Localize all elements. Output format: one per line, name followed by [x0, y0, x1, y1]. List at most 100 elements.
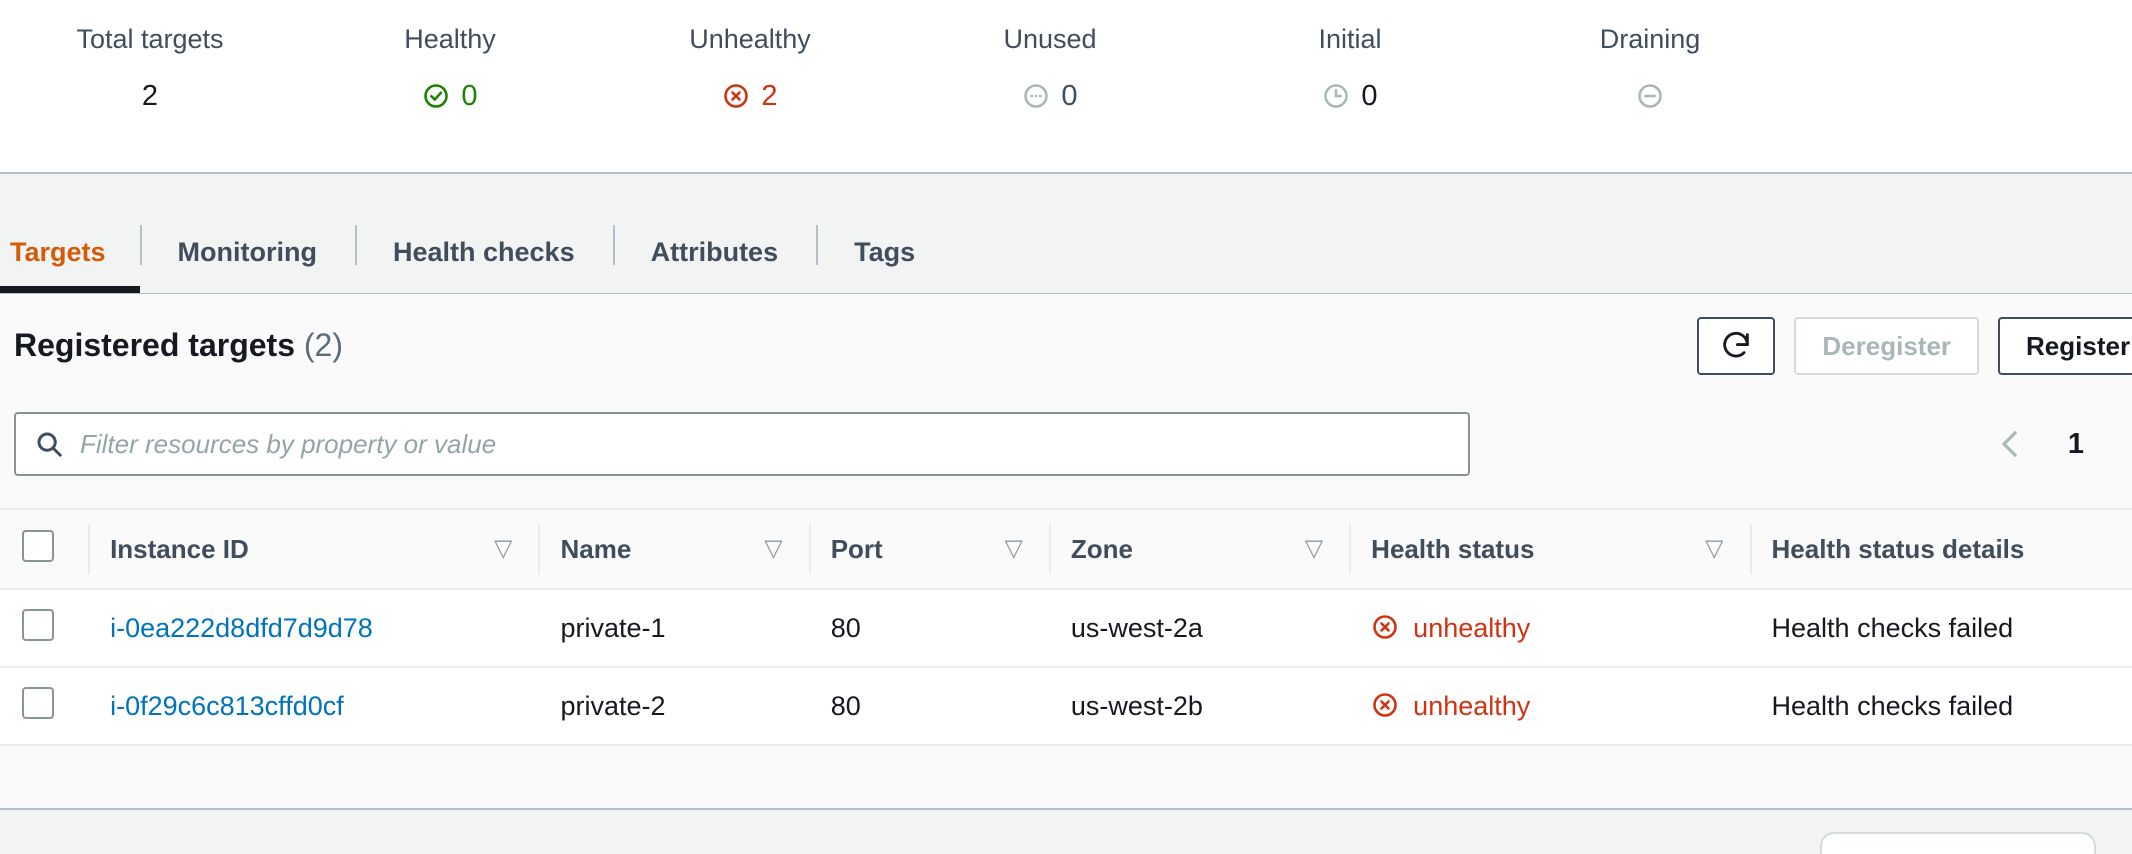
table-row: i-0f29c6c813cffd0cf private-2 80 us-west-2b…: [0, 667, 2132, 746]
refresh-button[interactable]: [1697, 317, 1776, 375]
table-header: Instance ID ▽ Name ▽ Port ▽ Zone ▽ Healt…: [0, 508, 2132, 590]
health-status-text: unhealthy: [1413, 690, 1531, 721]
register-targets-button[interactable]: Register targets: [1998, 317, 2132, 375]
panel-title-text: Registered targets: [14, 327, 295, 363]
search-input-placeholder[interactable]: Filter resources by property or value: [80, 429, 496, 460]
filter-row: Filter resources by property or value 1: [0, 412, 2132, 508]
table-row: i-0ea222d8dfd7d9d78 private-1 80 us-west-2a…: [0, 589, 2132, 668]
row-select-cell: [0, 667, 89, 746]
pagination-page-1[interactable]: 1: [2066, 428, 2086, 461]
target-health-summary: Total targets 2 Healthy 0 Unhealthy 2 Unused 0 I…: [0, 0, 2132, 174]
refresh-icon: [1719, 329, 1753, 363]
row-checkbox[interactable]: [22, 686, 54, 719]
stat-value-row: 0: [1200, 76, 1500, 116]
health-status-text: unhealthy: [1413, 612, 1531, 643]
panel-header: Registered targets (2) Deregister Regist…: [0, 294, 2132, 412]
column-header-port[interactable]: Port ▽: [808, 508, 1049, 590]
stat-value-row: 0: [300, 76, 600, 116]
bottom-strip: [0, 808, 2132, 854]
instance-id-link[interactable]: i-0ea222d8dfd7d9d78: [110, 613, 373, 643]
cell-health-status: unhealthy: [1349, 589, 1750, 668]
sort-icon-health-status[interactable]: ▽: [1705, 537, 1723, 561]
stat-draining: Draining: [1500, 22, 1800, 116]
stat-label: Unhealthy: [689, 24, 811, 54]
status-badge: unhealthy: [1371, 613, 1749, 644]
table-body: i-0ea222d8dfd7d9d78 private-1 80 us-west-2a…: [0, 589, 2132, 746]
column-header-port-label: Port: [830, 533, 883, 564]
row-select-cell: [0, 589, 89, 668]
stat-value: 2: [761, 80, 778, 112]
cell-health-status-details: Health checks failed: [1749, 667, 2132, 746]
sort-icon-port[interactable]: ▽: [1004, 537, 1022, 561]
stat-label: Initial: [1318, 24, 1382, 54]
sort-icon-name[interactable]: ▽: [764, 537, 782, 561]
tabs-band: Targets Monitoring Health checks Attributes…: [0, 174, 2132, 294]
row-checkbox[interactable]: [22, 608, 54, 641]
deregister-button[interactable]: Deregister: [1794, 317, 1980, 375]
bottom-partial-widget[interactable]: [1820, 832, 2096, 854]
registered-targets-table: Instance ID ▽ Name ▽ Port ▽ Zone ▽ Healt…: [0, 508, 2132, 746]
cell-name: private-1: [538, 589, 809, 668]
clock-circle-icon: [1322, 82, 1350, 110]
column-header-name-label: Name: [560, 533, 632, 564]
pagination: 1: [1994, 416, 2132, 472]
stat-healthy: Healthy 0: [300, 22, 600, 116]
stat-value-row: 2: [600, 76, 900, 116]
tab-tags[interactable]: Tags: [816, 211, 953, 293]
tab-label: Health checks: [393, 236, 575, 267]
status-badge: unhealthy: [1371, 691, 1749, 722]
error-circle-icon: [722, 82, 750, 110]
stat-unhealthy: Unhealthy 2: [600, 22, 900, 116]
column-header-zone-label: Zone: [1070, 533, 1134, 564]
panel-title-count: (2): [303, 327, 343, 363]
column-header-zone[interactable]: Zone ▽: [1048, 508, 1350, 590]
tab-label: Monitoring: [177, 236, 317, 267]
stat-label: Healthy: [404, 24, 496, 54]
column-header-health-status[interactable]: Health status ▽: [1349, 508, 1750, 590]
select-all-checkbox[interactable]: [22, 529, 54, 562]
cell-health-status: unhealthy: [1349, 667, 1750, 746]
cell-instance-id: i-0f29c6c813cffd0cf: [88, 667, 539, 746]
stat-unused: Unused 0: [900, 22, 1200, 116]
column-header-instance-id-label: Instance ID: [110, 533, 249, 564]
stat-label: Total targets: [76, 24, 224, 54]
sort-icon-instance-id[interactable]: ▽: [494, 537, 512, 561]
tab-label: Tags: [854, 236, 916, 267]
tab-attributes[interactable]: Attributes: [612, 211, 817, 293]
search-input-wrapper[interactable]: Filter resources by property or value: [14, 412, 1470, 476]
pagination-prev-button[interactable]: [1994, 427, 2028, 461]
tab-bar: Targets Monitoring Health checks Attributes…: [0, 211, 953, 293]
stat-label: Unused: [1003, 24, 1097, 54]
error-circle-icon: [1371, 613, 1401, 643]
stat-value: 0: [1361, 80, 1378, 112]
stat-value: 0: [461, 80, 478, 112]
pagination-next-button[interactable]: [2124, 427, 2132, 461]
stat-value: 2: [141, 80, 159, 112]
stat-value: 0: [1061, 80, 1078, 112]
tab-targets[interactable]: Targets: [0, 211, 140, 293]
column-header-health-status-label: Health status: [1371, 533, 1535, 564]
column-header-health-status-details: Health status details: [1749, 508, 2132, 590]
column-header-name[interactable]: Name ▽: [538, 508, 809, 590]
cell-port: 80: [808, 667, 1049, 746]
minus-circle-icon: [1636, 82, 1664, 110]
page-title: Registered targets (2): [14, 327, 343, 364]
error-circle-icon: [1371, 691, 1401, 721]
panel-actions: Deregister Register targets: [1697, 317, 2132, 375]
stat-label: Draining: [1599, 24, 1701, 54]
tab-monitoring[interactable]: Monitoring: [139, 211, 355, 293]
instance-id-link[interactable]: i-0f29c6c813cffd0cf: [110, 691, 344, 721]
cell-health-status-details: Health checks failed: [1749, 589, 2132, 668]
stat-total-targets: Total targets 2: [0, 22, 300, 116]
cell-instance-id: i-0ea222d8dfd7d9d78: [88, 589, 539, 668]
stat-value-row: [1500, 76, 1800, 116]
cell-zone: us-west-2a: [1048, 589, 1350, 668]
cell-port: 80: [808, 589, 1049, 668]
sort-icon-zone[interactable]: ▽: [1305, 537, 1323, 561]
tab-label: Attributes: [650, 236, 779, 267]
stat-value-row: 2: [0, 76, 300, 116]
stat-initial: Initial 0: [1200, 22, 1500, 116]
search-icon: [34, 429, 64, 459]
tab-health-checks[interactable]: Health checks: [355, 211, 613, 293]
column-header-instance-id[interactable]: Instance ID ▽: [88, 508, 539, 590]
